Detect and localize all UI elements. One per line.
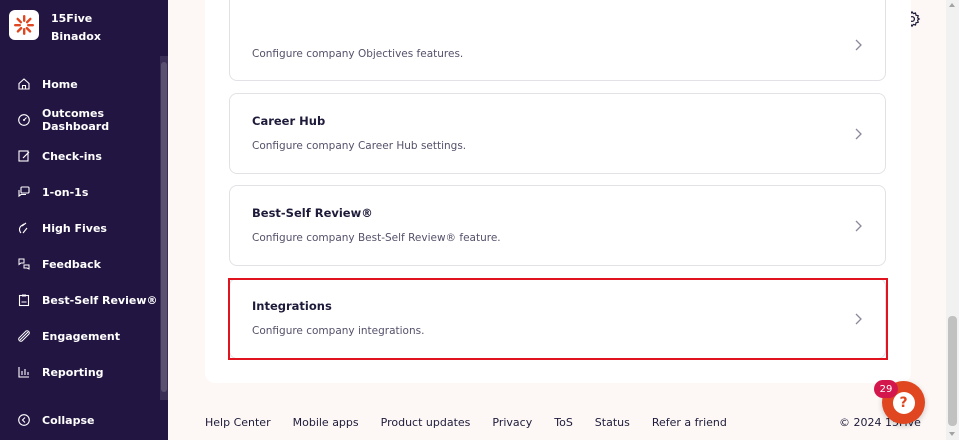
sidebar-item-high-fives[interactable]: High Fives — [0, 210, 160, 246]
chevron-right-icon — [855, 220, 862, 232]
sidebar-item-label: Engagement — [42, 329, 120, 343]
card-description: Configure company Best-Self Review® feat… — [252, 232, 501, 244]
footer-link-mobile-apps[interactable]: Mobile apps — [293, 416, 359, 429]
sidebar-item-label: 1-on-1s — [42, 185, 89, 199]
scrollbar-thumb[interactable] — [948, 316, 957, 426]
card-title: Integrations — [252, 299, 332, 313]
checkin-icon — [17, 149, 31, 163]
sidebar: 15Five Binadox Home Outcomes Dashboard C… — [0, 0, 168, 440]
clipboard-icon — [17, 293, 31, 307]
footer-link-help-center[interactable]: Help Center — [205, 416, 271, 429]
footer-link-privacy[interactable]: Privacy — [492, 416, 532, 429]
brand-logo-icon — [9, 10, 39, 40]
collapse-label: Collapse — [42, 413, 95, 427]
page-scrollbar[interactable] — [946, 0, 959, 440]
scroll-down-arrow-icon[interactable] — [949, 432, 955, 436]
company-name: Binadox — [51, 30, 101, 43]
collapse-button[interactable]: Collapse — [0, 402, 160, 438]
sidebar-scrollbar[interactable] — [160, 56, 168, 400]
settings-card-integrations[interactable]: Integrations Configure company integrati… — [229, 278, 886, 359]
settings-card-career-hub[interactable]: Career Hub Configure company Career Hub … — [229, 93, 886, 174]
feedback-icon — [17, 257, 31, 271]
sidebar-nav: Home Outcomes Dashboard Check-ins 1-on-1… — [0, 66, 160, 390]
card-description: Configure company integrations. — [252, 325, 425, 337]
footer-link-status[interactable]: Status — [595, 416, 630, 429]
sidebar-item-1-on-1s[interactable]: 1-on-1s — [0, 174, 160, 210]
home-icon — [17, 77, 31, 91]
sidebar-item-label: Outcomes Dashboard — [42, 107, 110, 133]
footer-link-tos[interactable]: ToS — [554, 416, 573, 429]
footer-links: Help Center Mobile apps Product updates … — [205, 416, 749, 429]
sidebar-item-outcomes-dashboard[interactable]: Outcomes Dashboard — [0, 102, 160, 138]
sidebar-item-label: Check-ins — [42, 149, 102, 163]
chart-icon — [17, 365, 31, 379]
brand-name: 15Five — [51, 12, 93, 25]
sidebar-item-label: Home — [42, 77, 78, 91]
sidebar-item-engagement[interactable]: Engagement — [0, 318, 160, 354]
sidebar-item-label: Reporting — [42, 365, 104, 379]
footer-link-product-updates[interactable]: Product updates — [381, 416, 471, 429]
brand[interactable]: 15Five Binadox — [9, 10, 101, 46]
settings-panel: Configure company Objectives features. C… — [205, 0, 911, 383]
sidebar-item-label: High Fives — [42, 221, 107, 235]
engagement-icon — [17, 329, 31, 343]
dashboard-icon — [17, 113, 31, 127]
chevron-right-icon — [855, 39, 862, 51]
settings-card-objectives[interactable]: Configure company Objectives features. — [229, 0, 886, 81]
scroll-up-arrow-icon[interactable] — [949, 3, 955, 7]
sidebar-item-label: Best-Self Review® — [42, 293, 158, 307]
sidebar-item-label: Feedback — [42, 257, 101, 271]
sidebar-item-home[interactable]: Home — [0, 66, 160, 102]
sidebar-item-reporting[interactable]: Reporting — [0, 354, 160, 390]
card-description: Configure company Objectives features. — [252, 48, 464, 60]
collapse-icon — [17, 413, 31, 427]
chevron-right-icon — [855, 128, 862, 140]
settings-card-best-self-review[interactable]: Best-Self Review® Configure company Best… — [229, 185, 886, 266]
notification-count-badge: 29 — [874, 380, 898, 398]
footer-link-refer-a-friend[interactable]: Refer a friend — [652, 416, 727, 429]
sidebar-item-feedback[interactable]: Feedback — [0, 246, 160, 282]
card-title: Career Hub — [252, 114, 326, 128]
high-five-icon — [17, 221, 31, 235]
sidebar-item-best-self-review[interactable]: Best-Self Review® — [0, 282, 160, 318]
sidebar-item-check-ins[interactable]: Check-ins — [0, 138, 160, 174]
card-title: Best-Self Review® — [252, 206, 373, 220]
card-description: Configure company Career Hub settings. — [252, 140, 467, 152]
chat-icon — [17, 185, 31, 199]
chevron-right-icon — [855, 313, 862, 325]
